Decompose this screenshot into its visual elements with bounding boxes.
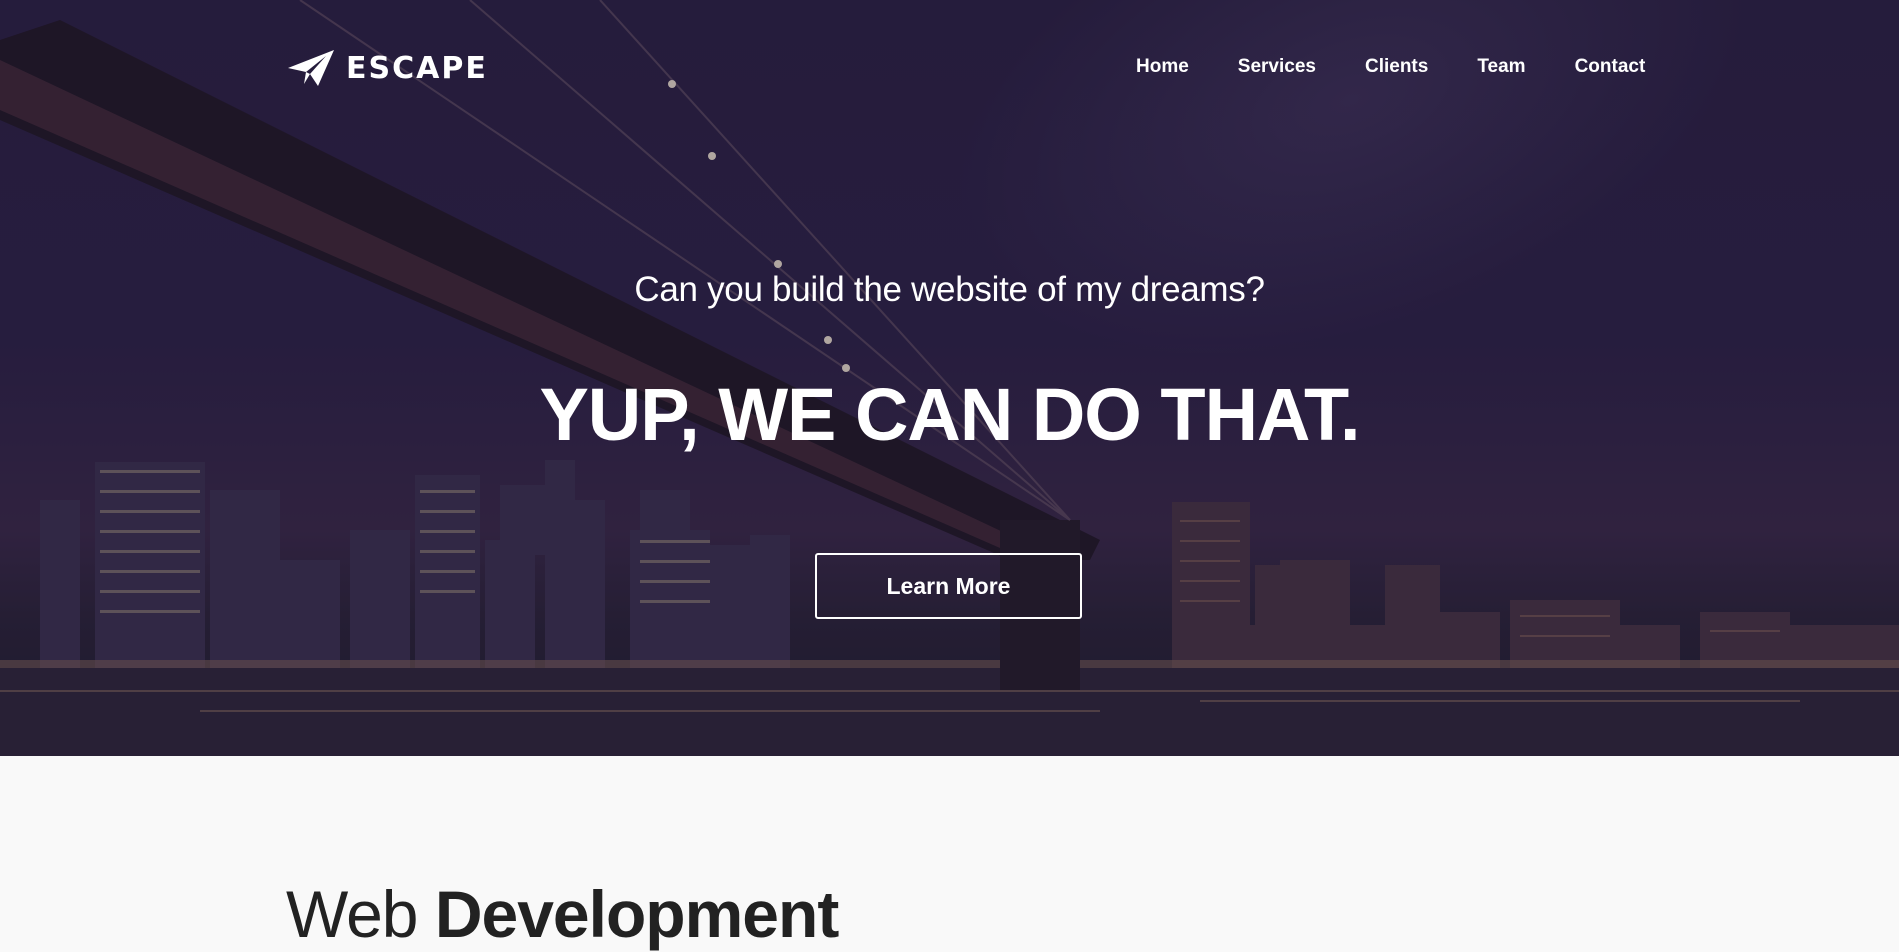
logo-text: ESCAPE xyxy=(346,50,488,86)
nav-item-clients[interactable]: Clients xyxy=(1365,56,1428,78)
nav-item-services[interactable]: Services xyxy=(1238,56,1316,78)
hero-section: ESCAPE Home Services Clients Team Contac… xyxy=(0,0,1899,756)
section-heading: Web Development xyxy=(286,876,839,952)
section-heading-bold: Development xyxy=(434,877,839,951)
nav-item-home[interactable]: Home xyxy=(1136,56,1189,78)
paper-plane-icon xyxy=(288,50,334,86)
learn-more-button[interactable]: Learn More xyxy=(815,553,1082,619)
nav-item-contact[interactable]: Contact xyxy=(1575,56,1646,78)
site-logo[interactable]: ESCAPE xyxy=(288,48,488,88)
hero-subtitle: Can you build the website of my dreams? xyxy=(634,270,1265,309)
hero-title: YUP, WE CAN DO THAT. xyxy=(539,373,1360,456)
nav-item-team[interactable]: Team xyxy=(1477,56,1525,78)
section-heading-light: Web xyxy=(286,877,419,951)
main-nav: Home Services Clients Team Contact xyxy=(1136,56,1645,78)
